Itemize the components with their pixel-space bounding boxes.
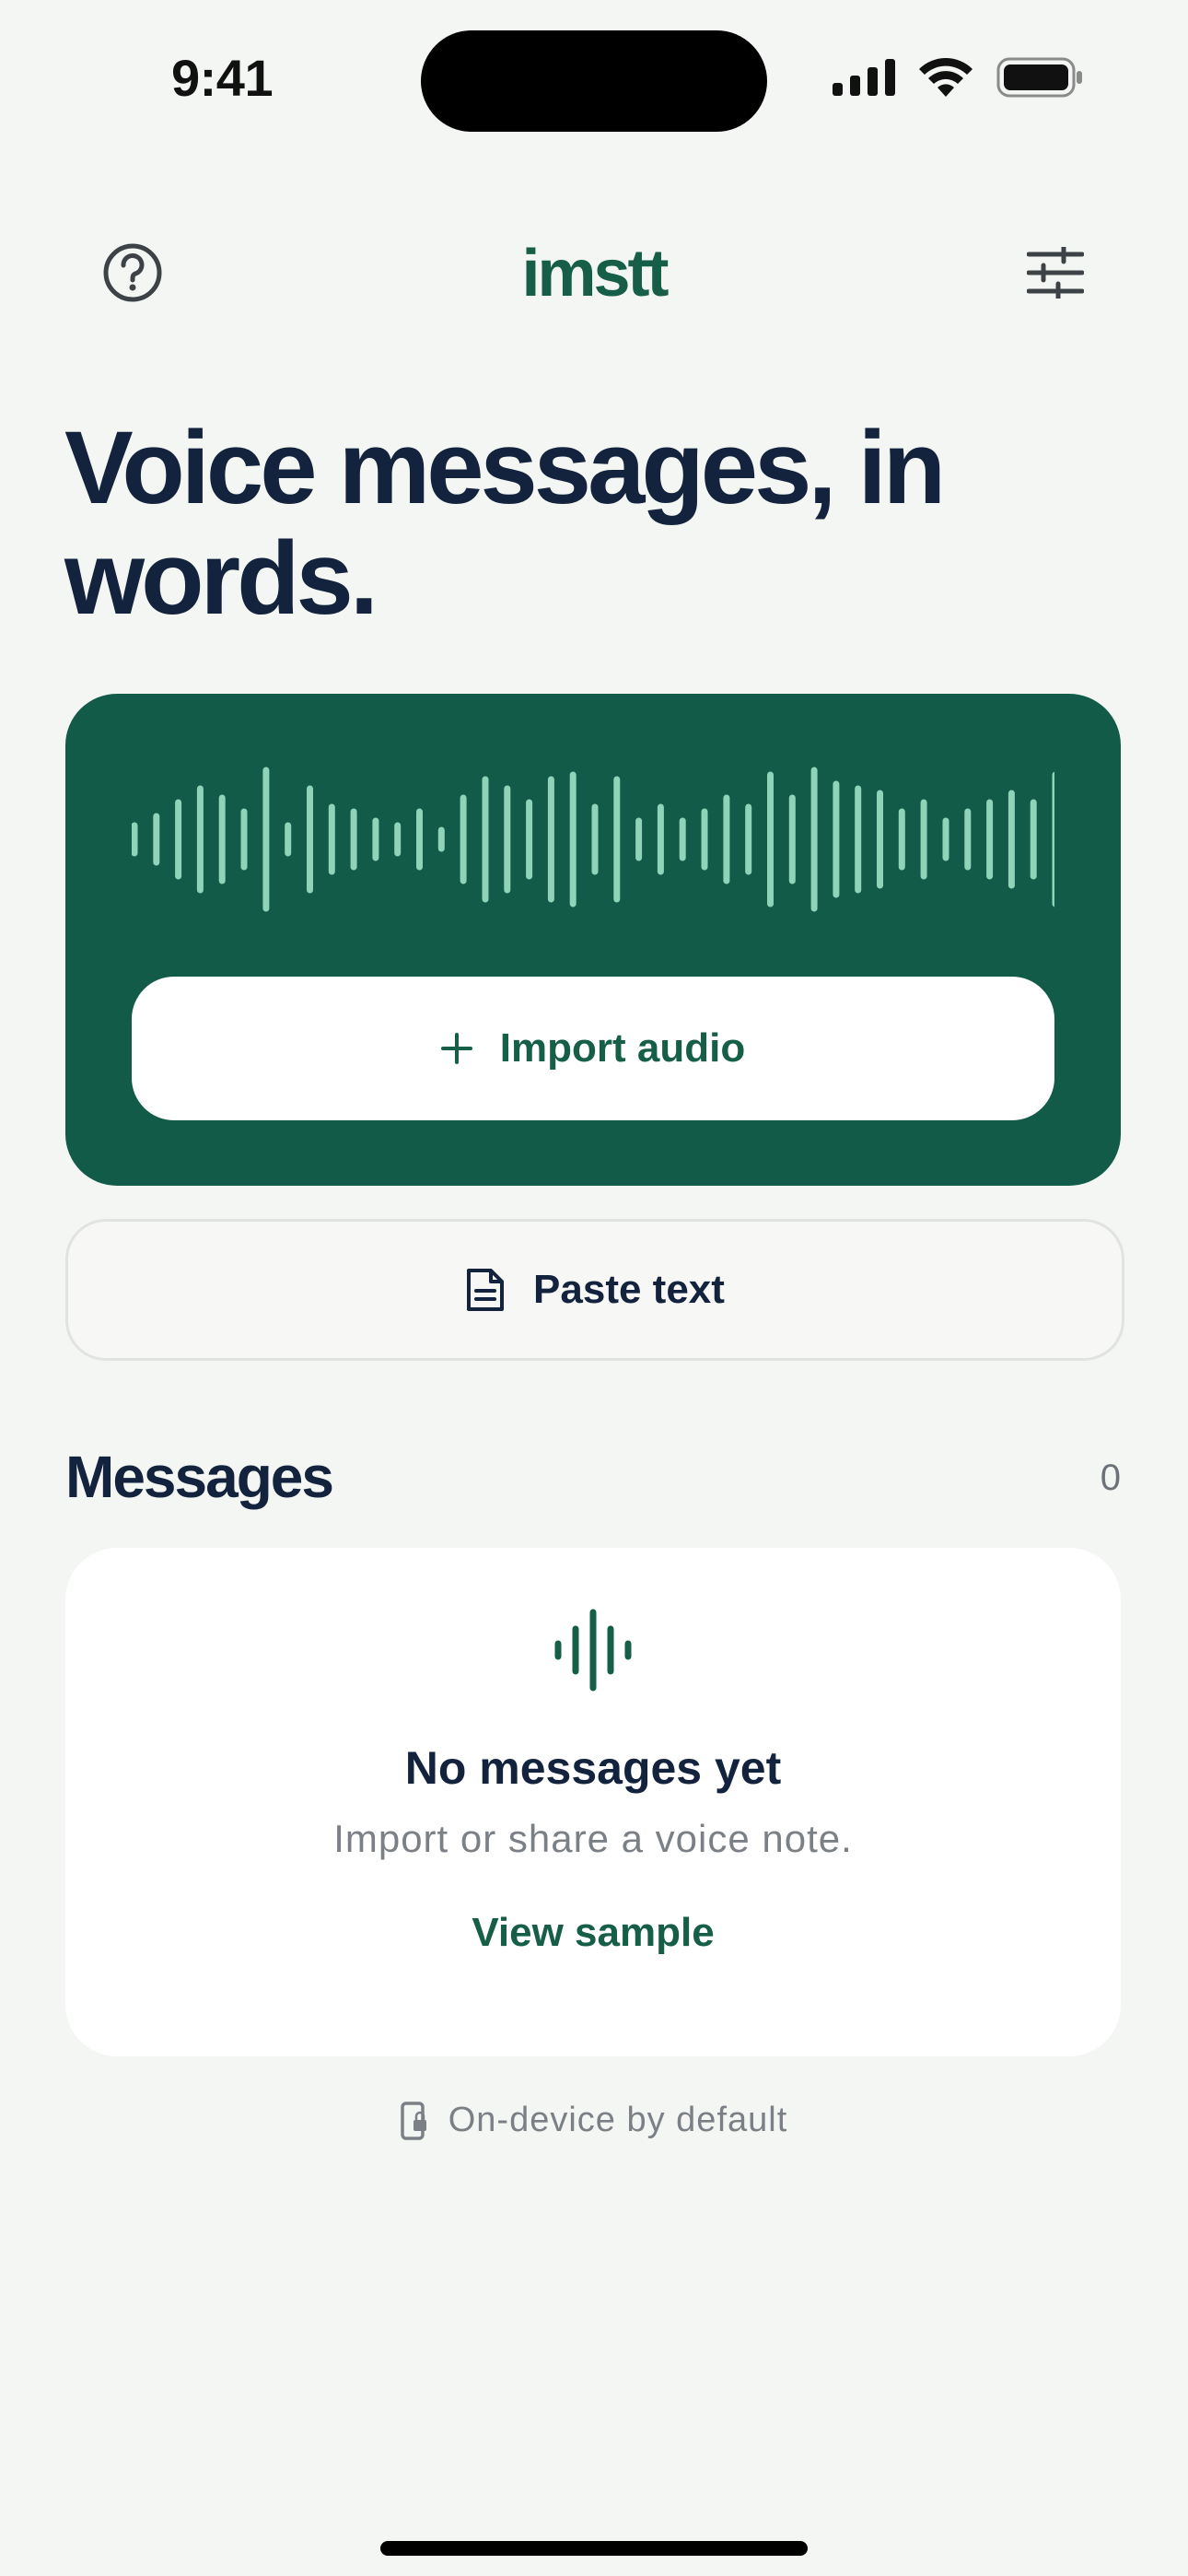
status-time: 9:41 — [171, 49, 274, 107]
paste-text-label: Paste text — [533, 1267, 725, 1312]
document-icon — [467, 1269, 505, 1311]
phone-lock-icon — [400, 2101, 426, 2140]
messages-count: 0 — [1100, 1458, 1121, 1498]
empty-state-card: No messages yet Import or share a voice … — [65, 1548, 1121, 2056]
plus-icon — [440, 1033, 472, 1064]
home-indicator — [380, 2541, 808, 2556]
wifi-icon — [919, 58, 973, 97]
privacy-note-text: On-device by default — [448, 2101, 788, 2139]
paste-text-button[interactable]: Paste text — [65, 1219, 1124, 1361]
dynamic-island — [421, 30, 767, 132]
app-screen: 9:41 imstt Voice messages, in words. Imp… — [0, 0, 1188, 2576]
cellular-signal-icon — [833, 59, 895, 96]
import-audio-label: Import audio — [499, 1025, 746, 1071]
headline: Voice messages, in words. — [64, 410, 946, 636]
status-icons — [833, 57, 1083, 98]
sliders-icon — [1027, 247, 1084, 299]
import-audio-button[interactable]: Import audio — [132, 977, 1054, 1120]
messages-heading: Messages — [65, 1444, 334, 1510]
settings-button[interactable] — [1009, 227, 1101, 319]
audio-waveform-icon — [554, 1609, 632, 1692]
empty-state-subtitle: Import or share a voice note. — [333, 1817, 853, 1860]
import-card: Import audio — [65, 694, 1121, 1186]
empty-state-title: No messages yet — [404, 1742, 782, 1794]
waveform-icon — [132, 767, 1054, 912]
view-sample-link[interactable]: View sample — [409, 1896, 777, 1970]
privacy-note: On-device by default — [0, 2101, 1188, 2140]
battery-icon — [996, 57, 1082, 98]
